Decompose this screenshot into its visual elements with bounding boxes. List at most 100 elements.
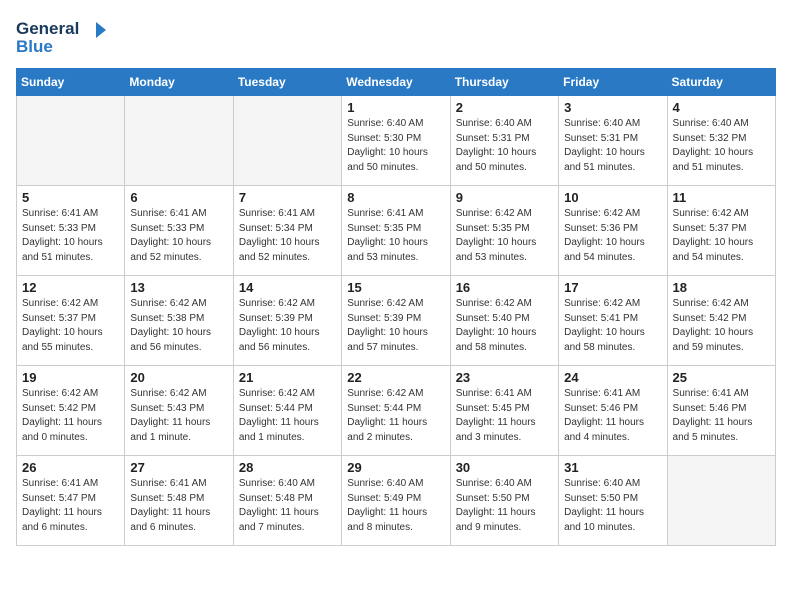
day-number: 2 [456, 100, 553, 115]
calendar-table: SundayMondayTuesdayWednesdayThursdayFrid… [16, 68, 776, 546]
day-info: Sunrise: 6:41 AM Sunset: 5:46 PM Dayligh… [673, 387, 770, 445]
day-cell: 23 Sunrise: 6:41 AM Sunset: 5:45 PM Dayli… [450, 366, 558, 456]
day-cell: 14Sunrise: 6:42 AM Sunset: 5:39 PM Dayli… [233, 276, 341, 366]
day-info: Sunrise: 6:42 AM Sunset: 5:43 PM Dayligh… [130, 387, 227, 445]
day-number: 6 [130, 190, 227, 205]
day-number: 5 [22, 190, 119, 205]
day-cell: 7 Sunrise: 6:41 AM Sunset: 5:34 PM Daylig… [233, 186, 341, 276]
header-cell-monday: Monday [125, 69, 233, 96]
day-cell: 20 Sunrise: 6:42 AM Sunset: 5:43 PM Dayli… [125, 366, 233, 456]
page-header: General Blue [16, 16, 776, 56]
day-info: Sunrise: 6:40 AM Sunset: 5:32 PM Dayligh… [673, 117, 770, 175]
day-info: Sunrise: 6:42 AM Sunset: 5:44 PM Dayligh… [239, 387, 336, 445]
day-info: Sunrise: 6:41 AM Sunset: 5:33 PM Dayligh… [22, 207, 119, 265]
day-cell [125, 96, 233, 186]
day-number: 21 [239, 370, 336, 385]
day-number: 1 [347, 100, 444, 115]
day-cell: 6 Sunrise: 6:41 AM Sunset: 5:33 PM Daylig… [125, 186, 233, 276]
day-number: 28 [239, 460, 336, 475]
day-cell: 24 Sunrise: 6:41 AM Sunset: 5:46 PM Dayli… [559, 366, 667, 456]
header-row: SundayMondayTuesdayWednesdayThursdayFrid… [17, 69, 776, 96]
day-number: 29 [347, 460, 444, 475]
day-info: Sunrise: 6:42 AM Sunset: 5:38 PM Dayligh… [130, 297, 227, 355]
day-info: Sunrise: 6:40 AM Sunset: 5:30 PM Dayligh… [347, 117, 444, 175]
day-info: Sunrise: 6:40 AM Sunset: 5:50 PM Dayligh… [456, 477, 553, 535]
day-number: 9 [456, 190, 553, 205]
day-cell: 9Sunrise: 6:42 AM Sunset: 5:35 PM Daylig… [450, 186, 558, 276]
day-cell: 2 Sunrise: 6:40 AM Sunset: 5:31 PM Daylig… [450, 96, 558, 186]
day-cell [17, 96, 125, 186]
header-cell-tuesday: Tuesday [233, 69, 341, 96]
day-number: 15 [347, 280, 444, 295]
day-cell: 29 Sunrise: 6:40 AM Sunset: 5:49 PM Dayli… [342, 456, 450, 546]
day-info: Sunrise: 6:40 AM Sunset: 5:31 PM Dayligh… [456, 117, 553, 175]
day-number: 11 [673, 190, 770, 205]
week-row-4: 19Sunrise: 6:42 AM Sunset: 5:42 PM Dayli… [17, 366, 776, 456]
day-number: 12 [22, 280, 119, 295]
day-cell: 19Sunrise: 6:42 AM Sunset: 5:42 PM Dayli… [17, 366, 125, 456]
day-number: 18 [673, 280, 770, 295]
svg-text:Blue: Blue [16, 37, 53, 56]
day-number: 27 [130, 460, 227, 475]
day-number: 13 [130, 280, 227, 295]
day-number: 14 [239, 280, 336, 295]
day-number: 22 [347, 370, 444, 385]
day-info: Sunrise: 6:42 AM Sunset: 5:42 PM Dayligh… [22, 387, 119, 445]
day-info: Sunrise: 6:41 AM Sunset: 5:35 PM Dayligh… [347, 207, 444, 265]
day-cell: 18 Sunrise: 6:42 AM Sunset: 5:42 PM Dayli… [667, 276, 775, 366]
header-cell-saturday: Saturday [667, 69, 775, 96]
day-number: 24 [564, 370, 661, 385]
day-cell [667, 456, 775, 546]
day-cell: 15 Sunrise: 6:42 AM Sunset: 5:39 PM Dayli… [342, 276, 450, 366]
svg-text:General: General [16, 19, 79, 38]
day-cell: 17Sunrise: 6:42 AM Sunset: 5:41 PM Dayli… [559, 276, 667, 366]
week-row-2: 5 Sunrise: 6:41 AM Sunset: 5:33 PM Daylig… [17, 186, 776, 276]
header-cell-friday: Friday [559, 69, 667, 96]
day-info: Sunrise: 6:42 AM Sunset: 5:39 PM Dayligh… [347, 297, 444, 355]
day-number: 16 [456, 280, 553, 295]
day-cell: 3Sunrise: 6:40 AM Sunset: 5:31 PM Daylig… [559, 96, 667, 186]
day-info: Sunrise: 6:41 AM Sunset: 5:33 PM Dayligh… [130, 207, 227, 265]
day-cell: 21 Sunrise: 6:42 AM Sunset: 5:44 PM Dayli… [233, 366, 341, 456]
header-cell-wednesday: Wednesday [342, 69, 450, 96]
day-info: Sunrise: 6:40 AM Sunset: 5:49 PM Dayligh… [347, 477, 444, 535]
day-number: 23 [456, 370, 553, 385]
day-cell: 8 Sunrise: 6:41 AM Sunset: 5:35 PM Daylig… [342, 186, 450, 276]
day-cell [233, 96, 341, 186]
day-info: Sunrise: 6:41 AM Sunset: 5:45 PM Dayligh… [456, 387, 553, 445]
day-cell: 12Sunrise: 6:42 AM Sunset: 5:37 PM Dayli… [17, 276, 125, 366]
week-row-1: 1 Sunrise: 6:40 AM Sunset: 5:30 PM Daylig… [17, 96, 776, 186]
day-cell: 16 Sunrise: 6:42 AM Sunset: 5:40 PM Dayli… [450, 276, 558, 366]
day-number: 20 [130, 370, 227, 385]
day-number: 8 [347, 190, 444, 205]
day-cell: 5 Sunrise: 6:41 AM Sunset: 5:33 PM Daylig… [17, 186, 125, 276]
day-number: 3 [564, 100, 661, 115]
day-number: 17 [564, 280, 661, 295]
day-cell: 13 Sunrise: 6:42 AM Sunset: 5:38 PM Dayli… [125, 276, 233, 366]
day-info: Sunrise: 6:41 AM Sunset: 5:34 PM Dayligh… [239, 207, 336, 265]
day-info: Sunrise: 6:42 AM Sunset: 5:36 PM Dayligh… [564, 207, 661, 265]
day-info: Sunrise: 6:41 AM Sunset: 5:48 PM Dayligh… [130, 477, 227, 535]
week-row-5: 26Sunrise: 6:41 AM Sunset: 5:47 PM Dayli… [17, 456, 776, 546]
day-number: 30 [456, 460, 553, 475]
day-cell: 30 Sunrise: 6:40 AM Sunset: 5:50 PM Dayli… [450, 456, 558, 546]
day-info: Sunrise: 6:42 AM Sunset: 5:42 PM Dayligh… [673, 297, 770, 355]
day-info: Sunrise: 6:42 AM Sunset: 5:37 PM Dayligh… [673, 207, 770, 265]
day-info: Sunrise: 6:42 AM Sunset: 5:44 PM Dayligh… [347, 387, 444, 445]
day-number: 7 [239, 190, 336, 205]
week-row-3: 12Sunrise: 6:42 AM Sunset: 5:37 PM Dayli… [17, 276, 776, 366]
day-cell: 27 Sunrise: 6:41 AM Sunset: 5:48 PM Dayli… [125, 456, 233, 546]
day-info: Sunrise: 6:41 AM Sunset: 5:46 PM Dayligh… [564, 387, 661, 445]
day-cell: 1 Sunrise: 6:40 AM Sunset: 5:30 PM Daylig… [342, 96, 450, 186]
day-cell: 31Sunrise: 6:40 AM Sunset: 5:50 PM Dayli… [559, 456, 667, 546]
header-cell-sunday: Sunday [17, 69, 125, 96]
day-cell: 25 Sunrise: 6:41 AM Sunset: 5:46 PM Dayli… [667, 366, 775, 456]
day-number: 25 [673, 370, 770, 385]
day-info: Sunrise: 6:42 AM Sunset: 5:40 PM Dayligh… [456, 297, 553, 355]
day-number: 10 [564, 190, 661, 205]
day-cell: 10 Sunrise: 6:42 AM Sunset: 5:36 PM Dayli… [559, 186, 667, 276]
logo: General Blue [16, 16, 106, 56]
day-cell: 26Sunrise: 6:41 AM Sunset: 5:47 PM Dayli… [17, 456, 125, 546]
day-cell: 22 Sunrise: 6:42 AM Sunset: 5:44 PM Dayli… [342, 366, 450, 456]
logo-svg: General Blue [16, 16, 106, 56]
